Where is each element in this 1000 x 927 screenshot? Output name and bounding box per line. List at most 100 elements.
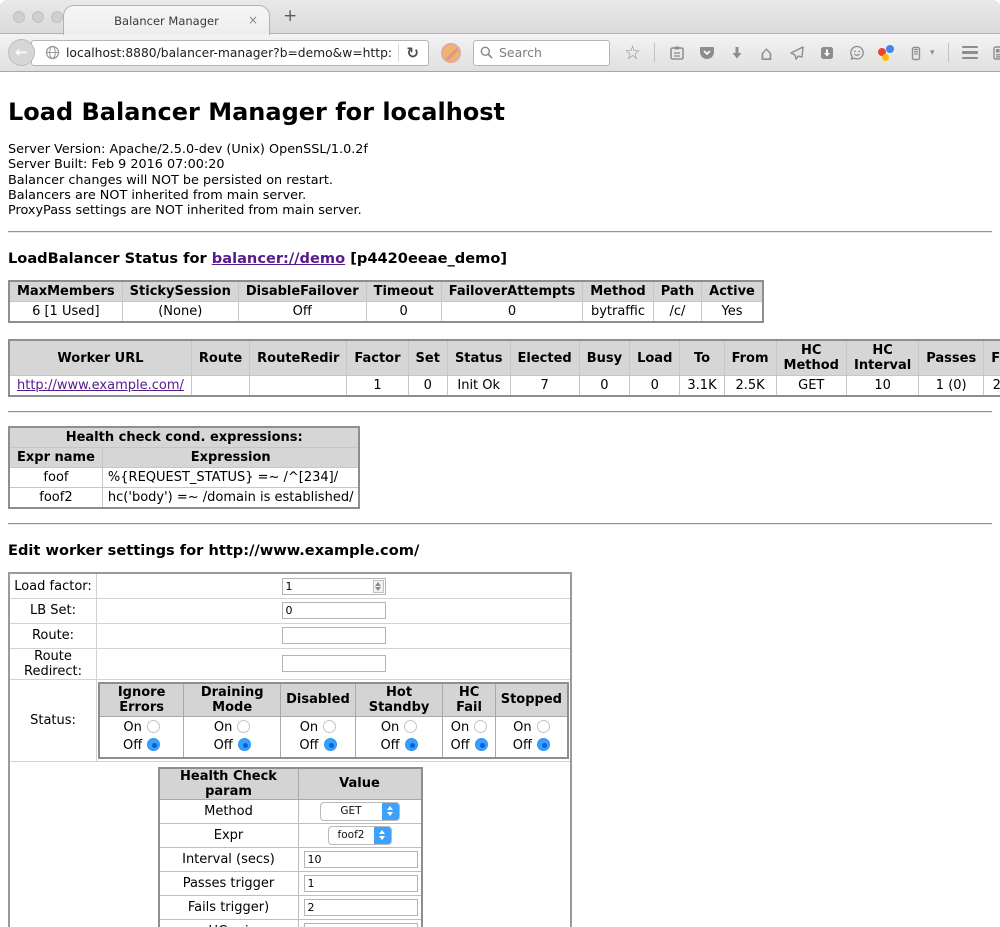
bookmarks-menu-icon[interactable] bbox=[668, 44, 685, 61]
tab-balancer-manager[interactable]: Balancer Manager × bbox=[63, 5, 270, 35]
select-stepper-icon bbox=[382, 803, 399, 820]
divider bbox=[8, 523, 992, 525]
number-spinner-icon[interactable] bbox=[373, 580, 384, 593]
load-factor-stepper[interactable] bbox=[282, 578, 386, 595]
hot-standby-off: Off bbox=[358, 737, 441, 755]
feedback-smiley-icon[interactable] bbox=[848, 44, 865, 61]
lb-set-input[interactable] bbox=[282, 602, 386, 619]
col-passes: Passes bbox=[919, 340, 984, 376]
route-row: Route: bbox=[9, 623, 571, 648]
disabled-on-radio[interactable] bbox=[323, 720, 336, 733]
worker-table: Worker URL Route RouteRedir Factor Set S… bbox=[8, 339, 1000, 397]
draining-mode-off: Off bbox=[186, 737, 278, 755]
lb-set-row: LB Set: bbox=[9, 598, 571, 623]
status-radio-row: On Off On Off On Off bbox=[99, 716, 568, 758]
globe-icon bbox=[45, 45, 60, 60]
reload-button[interactable]: ↻ bbox=[406, 44, 419, 62]
hc-fails-input[interactable] bbox=[304, 899, 418, 916]
cell-route bbox=[191, 376, 249, 397]
col-active: Active bbox=[702, 281, 763, 302]
hc-expr-select[interactable]: foof2 bbox=[328, 826, 392, 845]
hc-fail-on-radio[interactable] bbox=[474, 720, 487, 733]
status-radio-table: Ignore Errors Draining Mode Disabled Hot… bbox=[98, 682, 569, 759]
search-bar[interactable]: Search bbox=[473, 40, 610, 66]
expr-value: %{REQUEST_STATUS} =~ /^[234]/ bbox=[102, 468, 359, 488]
disabled-off-radio[interactable] bbox=[324, 738, 337, 751]
hc-fail-off: Off bbox=[445, 737, 492, 755]
draining-mode-on-radio[interactable] bbox=[237, 720, 250, 733]
window-controls[interactable] bbox=[13, 11, 63, 23]
col-hot-standby: Hot Standby bbox=[355, 683, 443, 717]
home-icon[interactable]: ⌂ bbox=[758, 44, 775, 61]
url-divider bbox=[398, 44, 399, 62]
hc-fail-off-radio[interactable] bbox=[475, 738, 488, 751]
ignore-errors-off-radio[interactable] bbox=[147, 738, 160, 751]
expr-row-foof2: foof2 hc('body') =~ /domain is establish… bbox=[9, 488, 359, 509]
url-text[interactable]: localhost:8880/balancer-manager?b=demo&w… bbox=[66, 46, 391, 60]
color-palette-addon-icon[interactable] bbox=[878, 45, 894, 61]
load-factor-input[interactable] bbox=[282, 578, 386, 595]
cell-to: 3.1K bbox=[680, 376, 724, 397]
cell-active: Yes bbox=[702, 302, 763, 323]
cell-factor: 1 bbox=[347, 376, 408, 397]
device-battery-icon[interactable] bbox=[907, 44, 924, 61]
col-disabled: Disabled bbox=[281, 683, 356, 717]
col-fails: Fails bbox=[984, 340, 1000, 376]
hc-uri-label: HC uri bbox=[159, 919, 299, 927]
hot-standby-on-radio[interactable] bbox=[404, 720, 417, 733]
download-icon[interactable] bbox=[728, 44, 745, 61]
bookmark-star-icon[interactable]: ☆ bbox=[624, 44, 641, 61]
route-input[interactable] bbox=[282, 627, 386, 644]
stopped-off-radio[interactable] bbox=[537, 738, 550, 751]
tab-title: Balancer Manager bbox=[114, 14, 219, 28]
table-header-row: Worker URL Route RouteRedir Factor Set S… bbox=[9, 340, 1000, 376]
back-button[interactable]: ← bbox=[8, 39, 35, 66]
stopped-on-radio[interactable] bbox=[537, 720, 550, 733]
window-minimize-button[interactable] bbox=[32, 11, 44, 23]
cell-method: bytraffic bbox=[583, 302, 653, 323]
col-method: Method bbox=[583, 281, 653, 302]
hot-standby-off-radio[interactable] bbox=[405, 738, 418, 751]
disabled-on: On bbox=[283, 719, 353, 737]
hc-uri-input[interactable] bbox=[304, 923, 418, 927]
send-page-icon[interactable] bbox=[788, 44, 805, 61]
route-label: Route: bbox=[9, 623, 97, 648]
reader-grid-icon[interactable] bbox=[992, 44, 1000, 61]
balancer-demo-link[interactable]: balancer://demo bbox=[212, 250, 345, 267]
hc-expr-label: Expr bbox=[159, 823, 299, 847]
col-hc-method: HC Method bbox=[776, 340, 846, 376]
overflow-caret-icon[interactable]: ▾ bbox=[930, 48, 935, 58]
draining-mode-off-radio[interactable] bbox=[238, 738, 251, 751]
route-redirect-row: Route Redirect: bbox=[9, 648, 571, 679]
route-redirect-label: Route Redirect: bbox=[9, 648, 97, 679]
table-row: 6 [1 Used] (None) Off 0 0 bytraffic /c/ … bbox=[9, 302, 763, 323]
col-hc-fail: HC Fail bbox=[443, 683, 495, 717]
col-elected: Elected bbox=[510, 340, 579, 376]
tab-close-icon[interactable]: × bbox=[248, 13, 258, 27]
load-factor-label: Load factor: bbox=[9, 573, 97, 598]
save-to-device-icon[interactable] bbox=[818, 44, 835, 61]
ignore-errors-on-radio[interactable] bbox=[147, 720, 160, 733]
window-zoom-button[interactable] bbox=[51, 11, 63, 23]
menu-hamburger-icon[interactable] bbox=[962, 44, 979, 61]
persist-notice-line: Balancer changes will NOT be persisted o… bbox=[8, 173, 992, 188]
hc-method-row: Method GET bbox=[159, 799, 422, 823]
hc-interval-input[interactable] bbox=[304, 851, 418, 868]
ignore-errors-off: Off bbox=[102, 737, 181, 755]
hc-passes-input[interactable] bbox=[304, 875, 418, 892]
hc-expr-title: Health check cond. expressions: bbox=[9, 427, 359, 448]
hc-passes-label: Passes trigger bbox=[159, 871, 299, 895]
col-hc-interval: HC Interval bbox=[846, 340, 918, 376]
new-tab-button[interactable]: + bbox=[283, 6, 297, 26]
route-redirect-input[interactable] bbox=[282, 655, 386, 672]
window-close-button[interactable] bbox=[13, 11, 25, 23]
hc-method-select[interactable]: GET bbox=[320, 802, 400, 821]
content-blocked-icon[interactable] bbox=[441, 43, 461, 63]
select-stepper-icon bbox=[374, 827, 391, 844]
worker-url-link[interactable]: http://www.example.com/ bbox=[17, 378, 184, 393]
disabled-off: Off bbox=[283, 737, 353, 755]
url-bar[interactable]: localhost:8880/balancer-manager?b=demo&w… bbox=[31, 40, 429, 66]
pocket-icon[interactable] bbox=[698, 44, 715, 61]
col-factor: Factor bbox=[347, 340, 408, 376]
cell-busy: 0 bbox=[579, 376, 629, 397]
